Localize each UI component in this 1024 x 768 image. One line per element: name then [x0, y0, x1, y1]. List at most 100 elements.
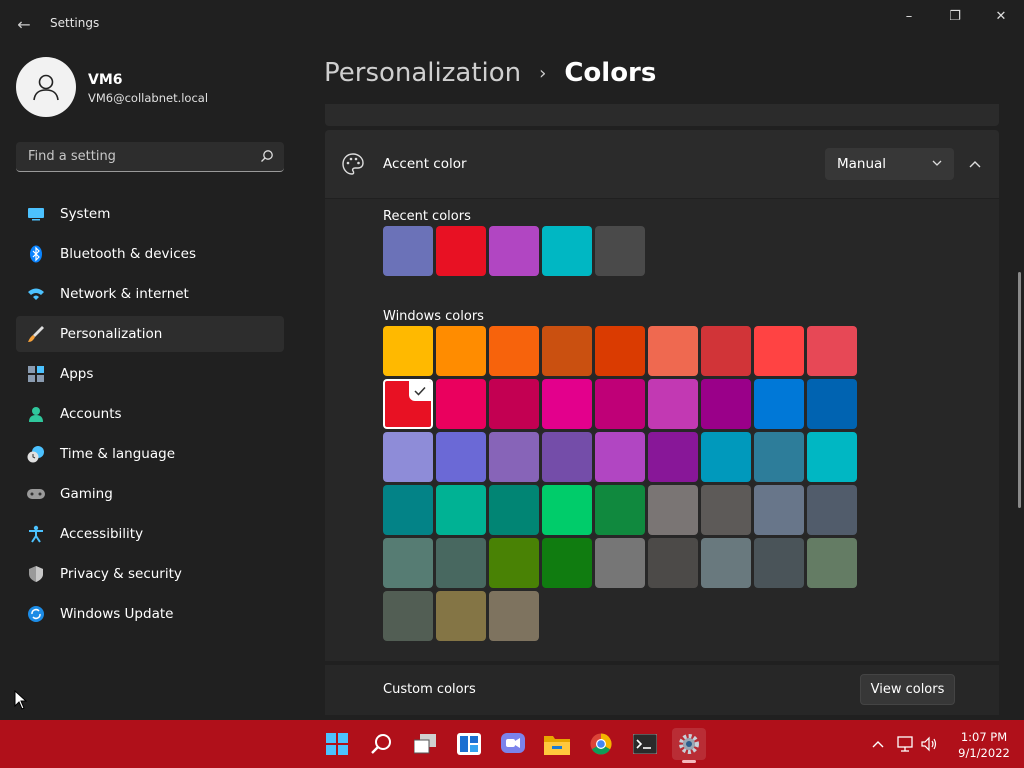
minimize-button[interactable]: – — [886, 0, 932, 32]
color-swatch[interactable] — [595, 432, 645, 482]
color-swatch[interactable] — [595, 226, 645, 276]
color-swatch[interactable] — [701, 485, 751, 535]
settings-taskbar-button[interactable] — [672, 728, 706, 760]
color-swatch[interactable] — [436, 591, 486, 641]
color-swatch[interactable] — [383, 326, 433, 376]
widgets-button[interactable] — [452, 728, 486, 760]
color-swatch[interactable] — [595, 379, 645, 429]
sidebar-item-label: Windows Update — [60, 606, 174, 622]
search-icon[interactable] — [260, 149, 274, 163]
close-icon: ✕ — [995, 8, 1007, 24]
terminal-button[interactable] — [628, 728, 662, 760]
start-button[interactable] — [320, 728, 354, 760]
accent-mode-select[interactable]: Manual — [825, 148, 954, 180]
color-swatch[interactable] — [542, 485, 592, 535]
search-box[interactable] — [16, 142, 284, 172]
view-colors-button[interactable]: View colors — [860, 674, 955, 705]
color-swatch[interactable] — [754, 379, 804, 429]
sidebar-item-windows-update[interactable]: Windows Update — [16, 596, 284, 632]
color-swatch[interactable] — [436, 485, 486, 535]
color-swatch[interactable] — [701, 538, 751, 588]
color-swatch[interactable] — [595, 485, 645, 535]
color-swatch[interactable] — [807, 432, 857, 482]
color-swatch[interactable] — [595, 538, 645, 588]
avatar[interactable] — [16, 57, 76, 117]
color-swatch[interactable] — [383, 591, 433, 641]
collapse-button[interactable] — [962, 150, 988, 178]
color-swatch[interactable] — [489, 591, 539, 641]
color-swatch[interactable] — [436, 379, 486, 429]
color-swatch[interactable] — [383, 538, 433, 588]
sidebar-item-accessibility[interactable]: Accessibility — [16, 516, 284, 552]
chrome-button[interactable] — [584, 728, 618, 760]
sidebar-item-personalization[interactable]: Personalization — [16, 316, 284, 352]
color-swatch[interactable] — [383, 432, 433, 482]
apps-icon — [26, 364, 46, 384]
maximize-button[interactable]: ❐ — [932, 0, 978, 32]
color-swatch[interactable] — [383, 226, 433, 276]
color-swatch[interactable] — [807, 538, 857, 588]
sidebar-item-apps[interactable]: Apps — [16, 356, 284, 392]
color-swatch[interactable] — [542, 538, 592, 588]
color-swatch[interactable] — [754, 432, 804, 482]
sidebar-item-accounts[interactable]: Accounts — [16, 396, 284, 432]
clock-time[interactable]: 1:07 PM — [952, 730, 1016, 744]
user-name: VM6 — [88, 72, 123, 88]
color-swatch[interactable] — [754, 538, 804, 588]
color-swatch[interactable] — [489, 326, 539, 376]
color-swatch[interactable] — [701, 326, 751, 376]
color-swatch[interactable] — [701, 379, 751, 429]
color-swatch[interactable] — [648, 432, 698, 482]
sidebar-item-system[interactable]: System — [16, 196, 284, 232]
color-swatch[interactable] — [542, 379, 592, 429]
color-swatch[interactable] — [648, 379, 698, 429]
accent-mode-value: Manual — [837, 156, 887, 172]
sidebar-item-bluetooth[interactable]: Bluetooth & devices — [16, 236, 284, 272]
color-swatch[interactable] — [489, 538, 539, 588]
color-swatch[interactable] — [436, 326, 486, 376]
taskbar-search-button[interactable] — [364, 728, 398, 760]
color-swatch[interactable] — [436, 226, 486, 276]
color-swatch[interactable] — [489, 226, 539, 276]
color-swatch[interactable] — [542, 326, 592, 376]
scrollbar[interactable] — [1018, 272, 1021, 508]
sidebar-item-gaming[interactable]: Gaming — [16, 476, 284, 512]
color-swatch[interactable] — [648, 485, 698, 535]
title-bar — [0, 0, 1024, 48]
color-swatch[interactable] — [807, 326, 857, 376]
chat-button[interactable] — [496, 728, 530, 760]
color-swatch[interactable] — [383, 485, 433, 535]
color-swatch[interactable] — [489, 432, 539, 482]
color-swatch[interactable] — [542, 226, 592, 276]
previous-settings-card — [325, 104, 999, 126]
color-swatch[interactable] — [595, 326, 645, 376]
color-swatch[interactable] — [436, 432, 486, 482]
file-explorer-button[interactable] — [540, 728, 574, 760]
color-swatch[interactable] — [701, 432, 751, 482]
color-swatch[interactable] — [489, 379, 539, 429]
sidebar-item-privacy[interactable]: Privacy & security — [16, 556, 284, 592]
volume-tray-button[interactable] — [920, 734, 940, 754]
network-tray-button[interactable] — [896, 734, 916, 754]
network-icon — [897, 736, 913, 752]
show-hidden-icons-button[interactable] — [868, 734, 888, 754]
color-swatch[interactable] — [807, 485, 857, 535]
color-swatch[interactable] — [383, 379, 433, 429]
color-swatch[interactable] — [436, 538, 486, 588]
color-swatch[interactable] — [754, 326, 804, 376]
color-swatch[interactable] — [807, 379, 857, 429]
color-swatch[interactable] — [648, 538, 698, 588]
close-button[interactable]: ✕ — [978, 0, 1024, 32]
color-swatch[interactable] — [754, 485, 804, 535]
breadcrumb-parent[interactable]: Personalization — [324, 58, 521, 88]
sidebar-item-network[interactable]: Network & internet — [16, 276, 284, 312]
clock-date[interactable]: 9/1/2022 — [952, 746, 1016, 760]
widgets-icon — [457, 733, 481, 755]
search-input[interactable] — [26, 148, 250, 165]
task-view-button[interactable] — [408, 728, 442, 760]
color-swatch[interactable] — [489, 485, 539, 535]
back-button[interactable]: ← — [10, 10, 38, 38]
color-swatch[interactable] — [648, 326, 698, 376]
color-swatch[interactable] — [542, 432, 592, 482]
sidebar-item-time-language[interactable]: Time & language — [16, 436, 284, 472]
